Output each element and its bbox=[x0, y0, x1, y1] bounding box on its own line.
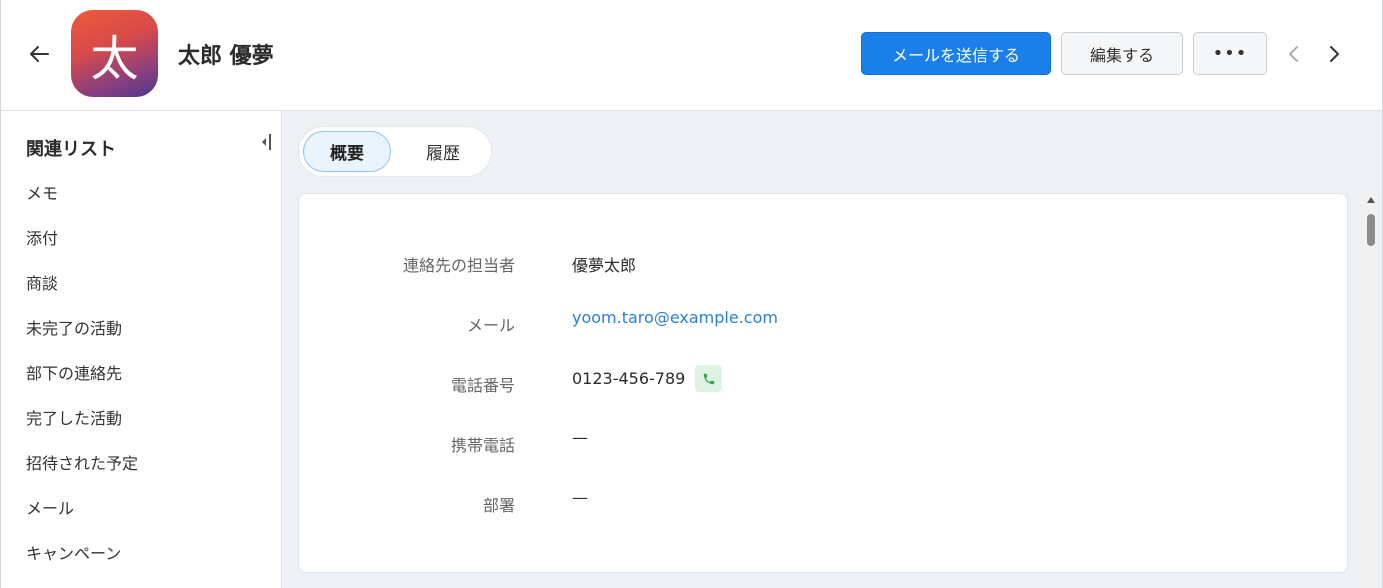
sidebar-item-campaigns[interactable]: キャンペーン bbox=[26, 540, 121, 564]
scroll-up-arrow[interactable] bbox=[1366, 196, 1376, 204]
chevron-right-icon bbox=[1330, 46, 1339, 62]
field-label-contact-owner: 連絡先の担当者 bbox=[402, 256, 515, 275]
edit-button[interactable]: 編集する bbox=[1061, 32, 1183, 75]
app-window: 太 太郎 優夢 メールを送信する 編集する ••• 関連リスト メモ 添付 商談… bbox=[0, 0, 1383, 588]
sidebar-item-invited-events[interactable]: 招待された予定 bbox=[26, 450, 138, 474]
back-button[interactable] bbox=[23, 38, 55, 70]
page-title: 太郎 優夢 bbox=[178, 44, 274, 69]
sidebar-item-open-activities[interactable]: 未完了の活動 bbox=[26, 315, 122, 339]
field-value-contact-owner: 優夢太郎 bbox=[572, 256, 637, 275]
previous-record-button[interactable] bbox=[1280, 38, 1308, 70]
main-content: 概要 履歴 連絡先の担当者 優夢太郎 メール yoom.taro@example… bbox=[282, 111, 1382, 588]
sidebar-item-emails[interactable]: メール bbox=[26, 495, 74, 519]
field-label-phone: 電話番号 bbox=[450, 376, 515, 395]
field-value-mobile: — bbox=[572, 428, 588, 447]
collapse-left-icon bbox=[262, 134, 271, 150]
sidebar-title: 関連リスト bbox=[26, 139, 116, 160]
record-header: 太 太郎 優夢 メールを送信する 編集する ••• bbox=[1, 0, 1382, 111]
field-label-email: メール bbox=[466, 316, 515, 335]
email-link[interactable]: yoom.taro@example.com bbox=[572, 308, 778, 327]
tab-overview[interactable]: 概要 bbox=[303, 131, 391, 172]
call-button[interactable] bbox=[695, 365, 722, 392]
avatar: 太 bbox=[71, 10, 158, 97]
phone-icon bbox=[703, 373, 714, 384]
sidebar-item-attachments[interactable]: 添付 bbox=[26, 225, 58, 249]
field-label-department: 部署 bbox=[482, 496, 515, 515]
sidebar-item-deals[interactable]: 商談 bbox=[26, 270, 58, 294]
sidebar-item-memo[interactable]: メモ bbox=[26, 180, 58, 204]
avatar-initial: 太 bbox=[90, 30, 139, 87]
chevron-left-icon bbox=[1289, 46, 1298, 62]
sidebar-item-completed-activities[interactable]: 完了した活動 bbox=[26, 405, 122, 429]
tab-history[interactable]: 履歴 bbox=[399, 131, 487, 172]
field-value-phone: 0123-456-789 bbox=[572, 369, 686, 388]
more-icon: ••• bbox=[1212, 43, 1248, 64]
arrow-left-icon bbox=[30, 46, 49, 62]
triangle-up-icon bbox=[1367, 197, 1375, 203]
next-record-button[interactable] bbox=[1320, 38, 1348, 70]
field-label-mobile: 携帯電話 bbox=[450, 436, 515, 455]
sidebar-item-subordinate-contacts[interactable]: 部下の連絡先 bbox=[26, 360, 122, 384]
related-list-sidebar: 関連リスト メモ 添付 商談 未完了の活動 部下の連絡先 完了した活動 招待され… bbox=[1, 111, 282, 588]
field-value-department: — bbox=[572, 488, 588, 507]
send-email-button[interactable]: メールを送信する bbox=[861, 32, 1051, 75]
vertical-scrollbar[interactable] bbox=[1364, 192, 1378, 588]
scrollbar-thumb[interactable] bbox=[1367, 214, 1375, 246]
tab-bar: 概要 履歴 bbox=[298, 126, 492, 177]
collapse-sidebar-button[interactable] bbox=[257, 131, 275, 153]
more-actions-button[interactable]: ••• bbox=[1193, 32, 1267, 75]
details-card: 連絡先の担当者 優夢太郎 メール yoom.taro@example.com 電… bbox=[298, 193, 1348, 573]
